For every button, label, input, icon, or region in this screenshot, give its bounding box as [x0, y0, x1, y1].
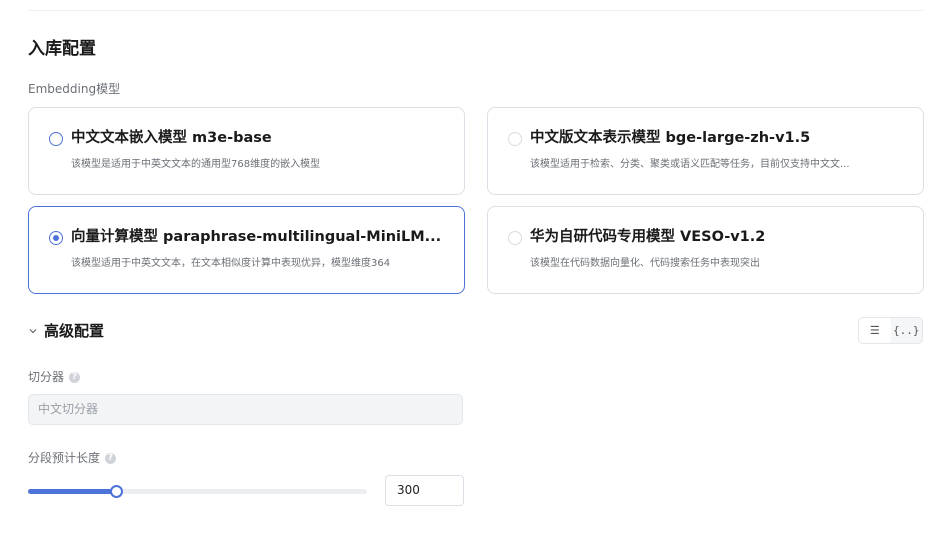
splitter-select: 中文切分器	[28, 394, 463, 425]
model-name: 中文文本嵌入模型 m3e-base	[71, 130, 272, 146]
radio-button[interactable]	[508, 132, 522, 146]
model-description: 该模型在代码数据向量化、代码搜索任务中表现突出	[530, 258, 760, 269]
code-view-glyph: {..}	[893, 324, 920, 337]
slider-fill	[28, 489, 116, 494]
model-card-veso[interactable]: 华为自研代码专用模型 VESO-v1.2 该模型在代码数据向量化、代码搜索任务中…	[487, 206, 924, 294]
model-card-paraphrase-multilingual[interactable]: 向量计算模型 paraphrase-multilingual-MiniLM...…	[28, 206, 465, 294]
advanced-config-toggle[interactable]: 高级配置	[28, 320, 104, 341]
model-name: 中文版文本表示模型 bge-large-zh-v1.5	[530, 130, 811, 146]
segment-length-input[interactable]: 300	[385, 475, 464, 506]
model-card-bge-large-zh[interactable]: 中文版文本表示模型 bge-large-zh-v1.5 该模型适用于检索、分类、…	[487, 107, 924, 195]
list-view-icon[interactable]: ☰	[859, 318, 891, 343]
model-description: 该模型是适用于中英文文本的通用型768维度的嵌入模型	[71, 159, 321, 170]
help-icon[interactable]: ?	[105, 453, 117, 464]
segment-length-slider[interactable]	[28, 485, 367, 498]
radio-button[interactable]	[508, 231, 522, 245]
segment-length-label-row: 分段预计长度?	[28, 449, 117, 466]
list-view-glyph: ☰	[869, 324, 880, 337]
chevron-down-icon	[28, 326, 38, 336]
view-mode-switch[interactable]: ☰ {..}	[858, 317, 923, 344]
section-title: 入库配置	[28, 39, 96, 59]
model-description: 该模型适用于中英文文本，在文本相似度计算中表现优异，模型维度364	[71, 258, 391, 269]
radio-button-selected[interactable]	[49, 231, 63, 245]
top-divider	[28, 10, 923, 11]
model-name: 向量计算模型 paraphrase-multilingual-MiniLM...	[71, 229, 442, 245]
help-icon[interactable]: ?	[69, 372, 81, 383]
model-description: 该模型适用于检索、分类、聚类或语义匹配等任务，目前仅支持中文文...	[530, 159, 850, 170]
splitter-label: 切分器	[28, 370, 65, 384]
splitter-label-row: 切分器?	[28, 368, 81, 385]
slider-handle[interactable]	[110, 485, 123, 498]
radio-button[interactable]	[49, 132, 63, 146]
model-name: 华为自研代码专用模型 VESO-v1.2	[530, 229, 766, 245]
code-view-icon[interactable]: {..}	[891, 318, 923, 343]
embedding-model-label: Embedding模型	[28, 82, 121, 96]
advanced-config-title: 高级配置	[44, 322, 105, 340]
model-card-m3e-base[interactable]: 中文文本嵌入模型 m3e-base 该模型是适用于中英文文本的通用型768维度的…	[28, 107, 465, 195]
segment-length-label: 分段预计长度	[28, 451, 101, 465]
